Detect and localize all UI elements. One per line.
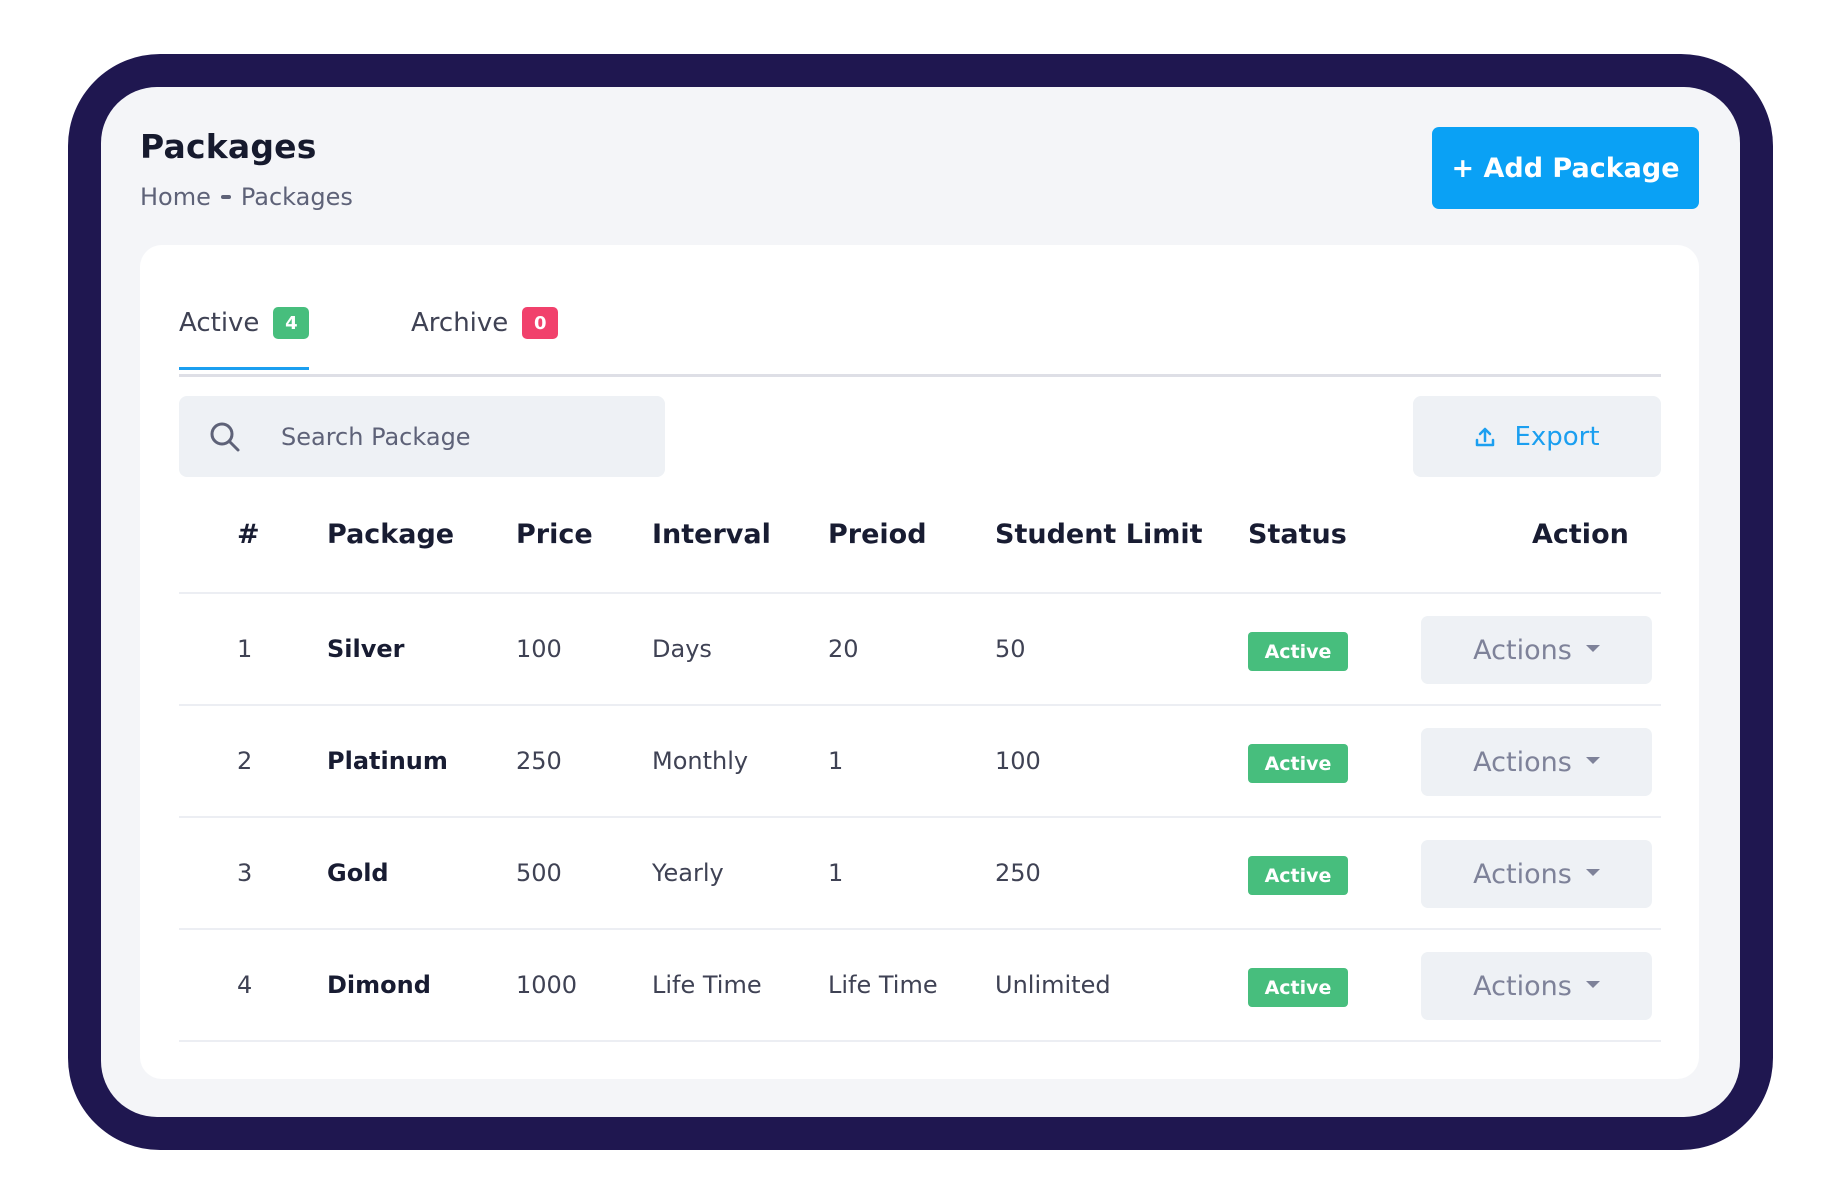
row-interval: Days — [652, 635, 712, 663]
search-input[interactable] — [281, 422, 611, 451]
row-number: 3 — [237, 859, 253, 887]
actions-label: Actions — [1473, 858, 1572, 890]
package-tabs: Active 4 Archive 0 — [179, 245, 1661, 377]
tab-archive-count: 0 — [522, 307, 559, 339]
table-header: # Package Price Interval Preiod Student … — [179, 477, 1661, 594]
export-label: Export — [1514, 421, 1600, 452]
tab-archive[interactable]: Archive 0 — [411, 307, 559, 367]
breadcrumb-current: Packages — [240, 183, 353, 211]
search-box — [179, 396, 665, 477]
status-badge: Active — [1248, 632, 1348, 671]
tab-archive-label: Archive — [411, 308, 509, 338]
actions-dropdown-button[interactable]: Actions — [1421, 840, 1652, 908]
page-title: Packages — [140, 127, 317, 166]
breadcrumb-home[interactable]: Home — [140, 183, 211, 211]
actions-dropdown-button[interactable]: Actions — [1421, 728, 1652, 796]
row-period: 1 — [828, 859, 844, 887]
row-package: Gold — [327, 859, 389, 887]
actions-dropdown-button[interactable]: Actions — [1421, 952, 1652, 1020]
tab-active-count: 4 — [273, 307, 310, 339]
caret-down-icon — [1585, 868, 1600, 876]
tab-active[interactable]: Active 4 — [179, 307, 310, 370]
status-badge: Active — [1248, 744, 1348, 783]
table-row: 4 Dimond 1000 Life Time Life Time Unlimi… — [179, 930, 1661, 1042]
row-package: Platinum — [327, 747, 448, 775]
breadcrumb: Home Packages — [140, 183, 353, 211]
app-screen: Packages Home Packages + Add Package Act… — [101, 87, 1740, 1117]
caret-down-icon — [1585, 644, 1600, 652]
actions-label: Actions — [1473, 746, 1572, 778]
search-icon — [210, 422, 240, 451]
actions-dropdown-button[interactable]: Actions — [1421, 616, 1652, 684]
row-price: 250 — [516, 747, 562, 775]
row-package: Silver — [327, 635, 405, 663]
row-interval: Yearly — [652, 859, 724, 887]
table-row: 3 Gold 500 Yearly 1 250 Active Actions — [179, 818, 1661, 930]
row-student-limit: 50 — [995, 635, 1026, 663]
row-price: 500 — [516, 859, 562, 887]
row-period: 20 — [828, 635, 859, 663]
tab-active-label: Active — [179, 308, 260, 338]
table-row: 1 Silver 100 Days 20 50 Active Actions — [179, 594, 1661, 706]
add-package-button[interactable]: + Add Package — [1432, 127, 1699, 209]
column-header-interval: Interval — [652, 519, 771, 550]
column-header-number: # — [237, 519, 260, 550]
column-header-period: Preiod — [828, 519, 927, 550]
row-number: 1 — [237, 635, 253, 663]
column-header-status: Status — [1248, 519, 1347, 550]
export-button[interactable]: Export — [1413, 396, 1661, 477]
row-number: 4 — [237, 971, 253, 999]
status-badge: Active — [1248, 968, 1348, 1007]
column-header-student-limit: Student Limit — [995, 519, 1203, 550]
row-student-limit: 100 — [995, 747, 1041, 775]
upload-icon — [1476, 427, 1495, 446]
row-price: 1000 — [516, 971, 578, 999]
row-price: 100 — [516, 635, 562, 663]
column-header-action: Action — [1532, 519, 1629, 550]
caret-down-icon — [1585, 756, 1600, 764]
column-header-price: Price — [516, 519, 593, 550]
actions-label: Actions — [1473, 970, 1572, 1002]
device-frame: Packages Home Packages + Add Package Act… — [68, 54, 1773, 1150]
column-header-package: Package — [327, 519, 455, 550]
packages-table: # Package Price Interval Preiod Student … — [179, 477, 1661, 1042]
status-badge: Active — [1248, 856, 1348, 895]
row-student-limit: 250 — [995, 859, 1041, 887]
actions-label: Actions — [1473, 634, 1572, 666]
breadcrumb-separator — [220, 195, 231, 199]
row-number: 2 — [237, 747, 253, 775]
row-period: 1 — [828, 747, 844, 775]
row-student-limit: Unlimited — [995, 971, 1111, 999]
row-package: Dimond — [327, 971, 431, 999]
caret-down-icon — [1585, 980, 1600, 988]
row-interval: Life Time — [652, 971, 762, 999]
row-period: Life Time — [828, 971, 938, 999]
row-interval: Monthly — [652, 747, 749, 775]
packages-card: Active 4 Archive 0 Search Package Export… — [140, 245, 1699, 1079]
table-row: 2 Platinum 250 Monthly 1 100 Active Acti… — [179, 706, 1661, 818]
